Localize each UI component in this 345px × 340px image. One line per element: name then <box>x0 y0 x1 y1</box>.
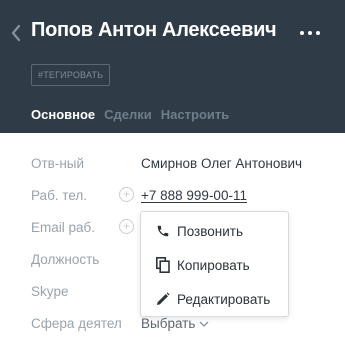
industry-select[interactable]: Выбрать <box>141 316 209 331</box>
menu-item-edit[interactable]: Редактировать <box>141 282 288 316</box>
chevron-left-icon[interactable] <box>8 22 24 44</box>
tab-main[interactable]: Основное <box>31 107 96 137</box>
pencil-icon <box>156 291 170 307</box>
field-label: Раб. тел. <box>31 188 88 203</box>
tag-button[interactable]: #ТЕГИРОВАТЬ <box>31 64 111 86</box>
industry-select-value: Выбрать <box>141 316 196 331</box>
menu-item-call[interactable]: Позвонить <box>141 214 288 248</box>
add-icon[interactable]: + <box>119 187 134 202</box>
contact-name-title: Попов Антон Алексеевич <box>31 19 277 41</box>
field-label: Skype <box>31 284 69 299</box>
menu-item-label: Редактировать <box>177 291 271 307</box>
menu-item-label: Копировать <box>177 257 250 273</box>
field-row-work-phone: Раб. тел. + +7 888 999-00-11 <box>31 182 345 210</box>
contact-header: Попов Антон Алексеевич #ТЕГИРОВАТЬ Основ… <box>0 0 345 137</box>
tab-settings[interactable]: Настроить <box>161 107 229 130</box>
field-label: Email раб. <box>31 220 96 235</box>
menu-item-label: Позвонить <box>177 223 243 239</box>
work-phone-link[interactable]: +7 888 999-00-11 <box>141 188 247 203</box>
phone-icon <box>156 223 170 239</box>
copy-icon <box>156 257 170 273</box>
responsible-value[interactable]: Смирнов Олег Антонович <box>141 156 302 171</box>
field-row-responsible: Отв-ный Смирнов Олег Антонович <box>31 150 345 178</box>
field-label: Должность <box>31 252 100 267</box>
more-dots-icon[interactable] <box>300 29 320 37</box>
field-label: Отв-ный <box>31 156 85 171</box>
tab-bar: Основное Сделки Настроить <box>31 107 238 137</box>
tab-deals[interactable]: Сделки <box>104 107 152 130</box>
phone-context-menu: Позвонить Копировать Редактировать <box>140 211 289 317</box>
add-icon[interactable]: + <box>119 219 134 234</box>
field-label: Сфера деятел <box>31 316 122 331</box>
chevron-down-icon <box>199 321 209 327</box>
menu-item-copy[interactable]: Копировать <box>141 248 288 282</box>
